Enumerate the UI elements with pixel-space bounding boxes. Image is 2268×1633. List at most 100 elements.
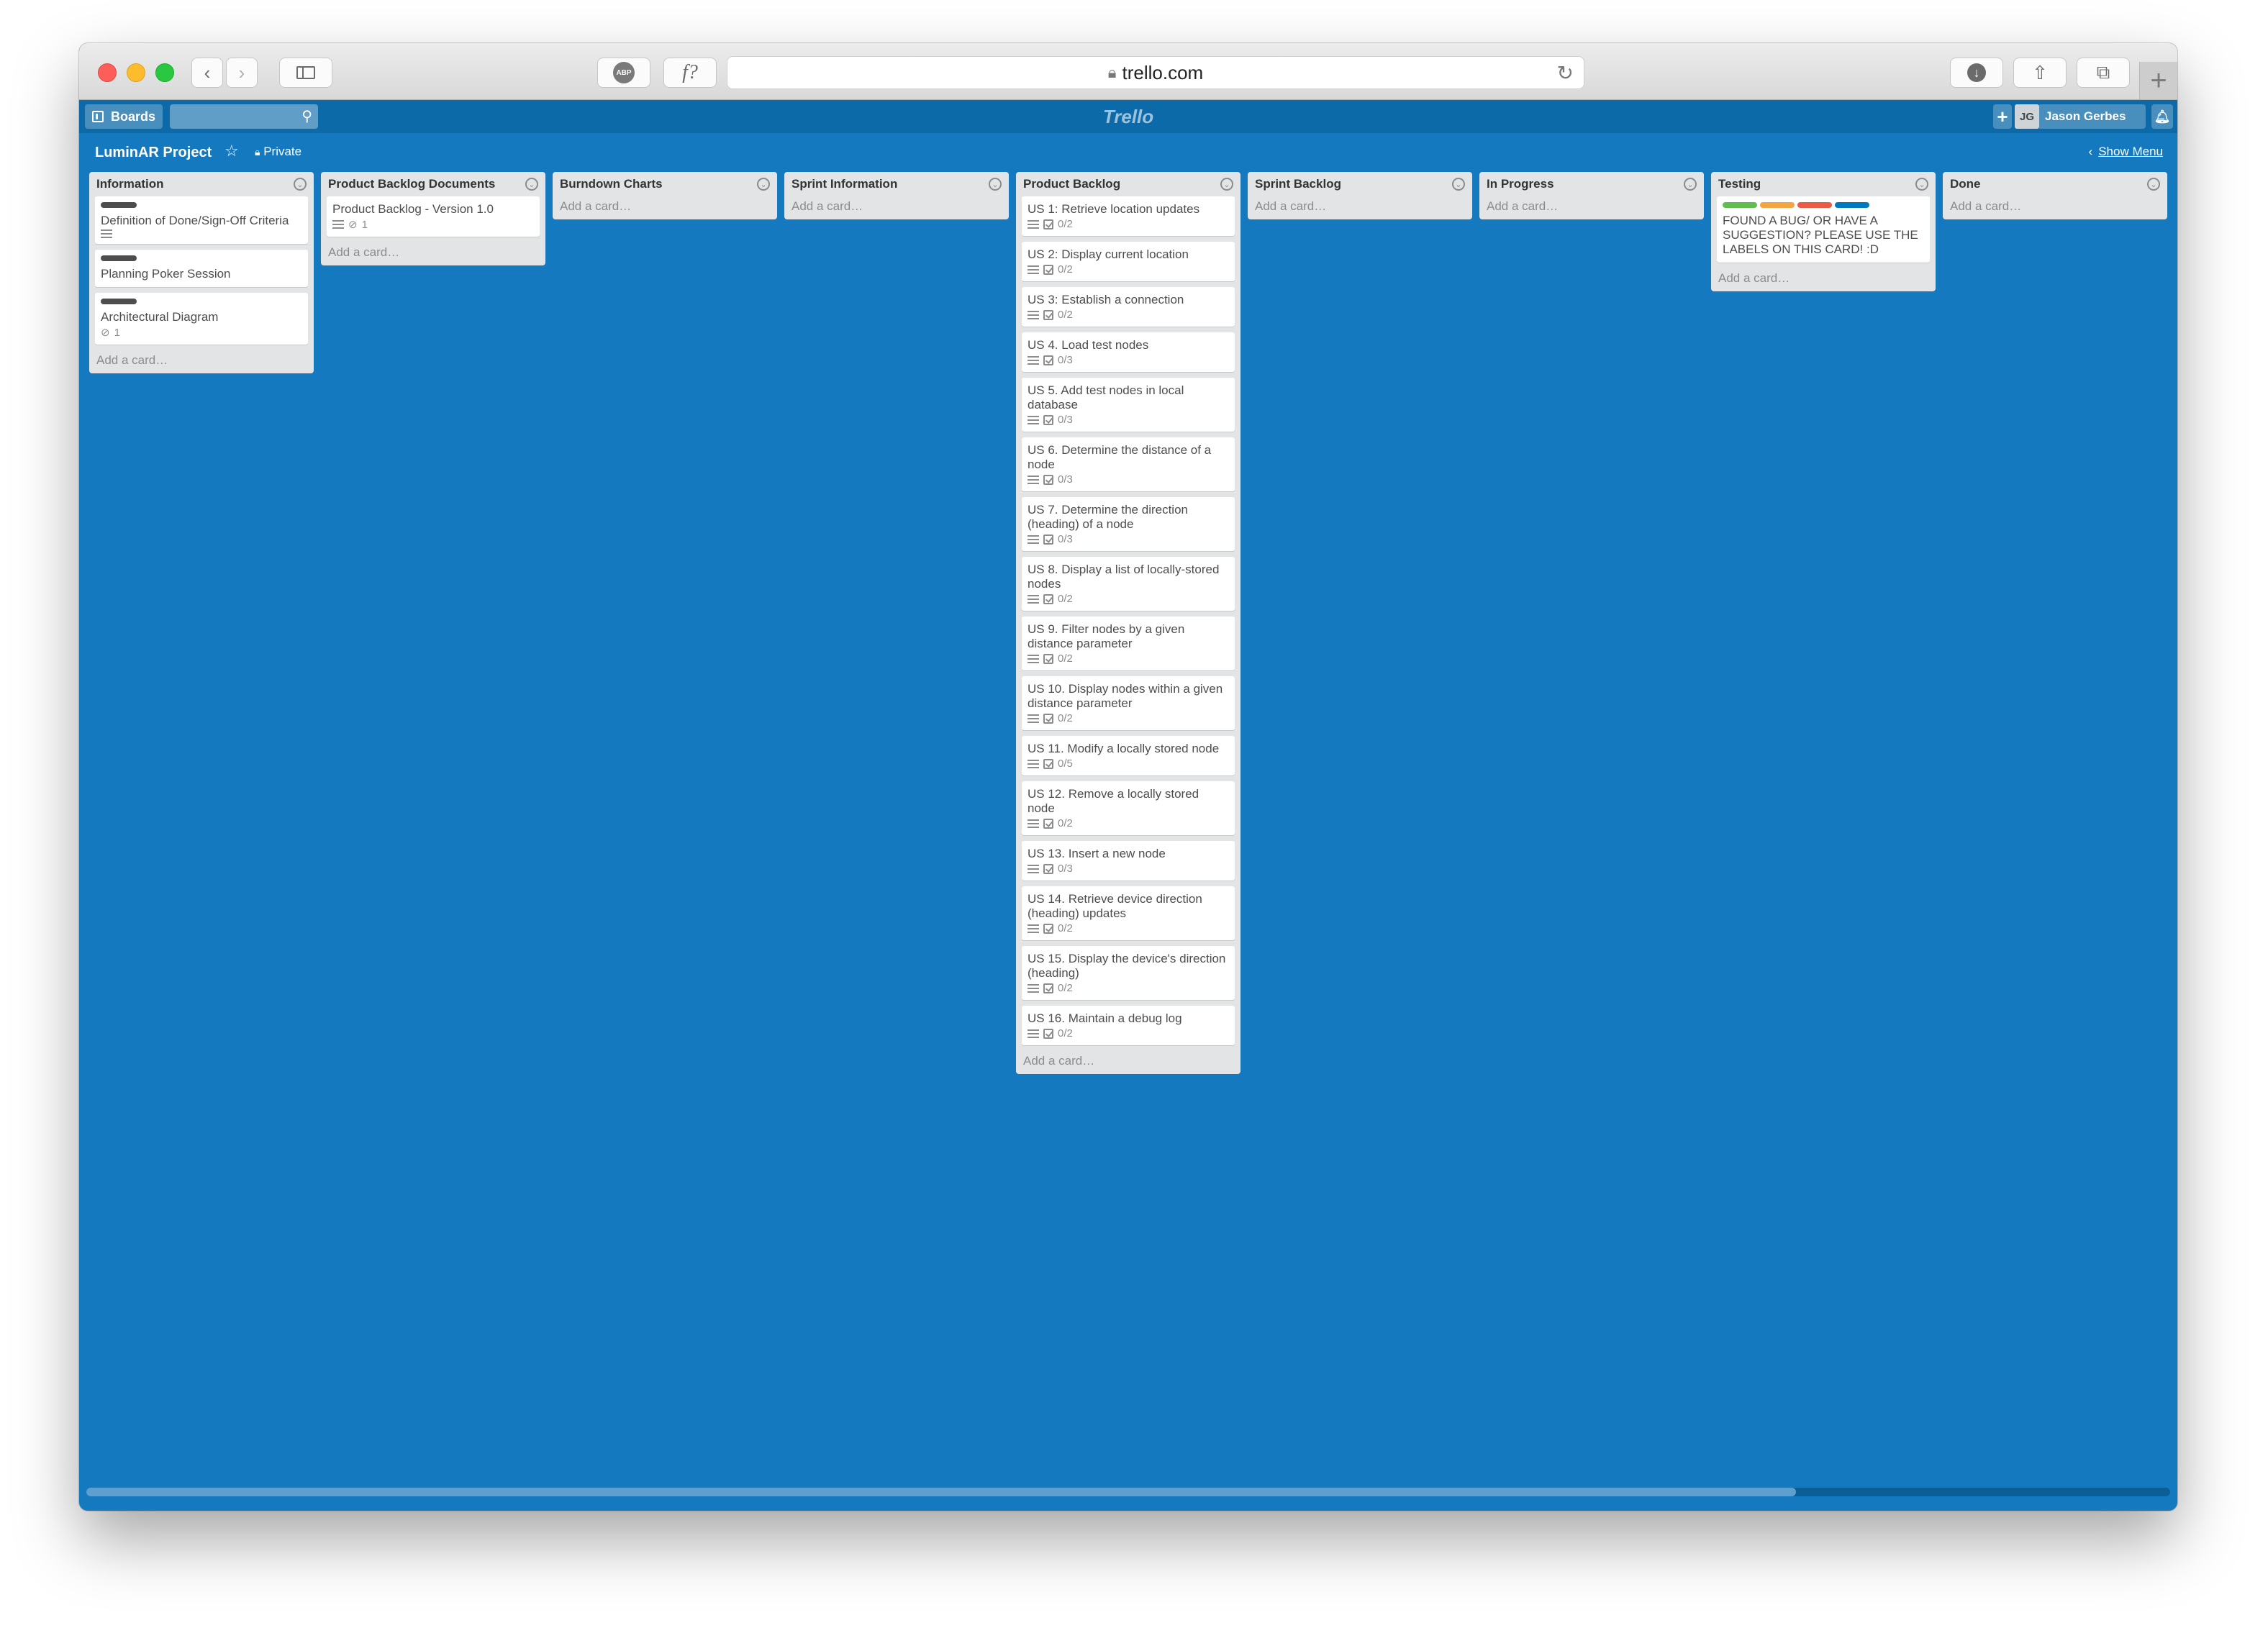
card[interactable]: FOUND A BUG/ OR HAVE A SUGGESTION? PLEAS… [1717, 196, 1930, 263]
card[interactable]: US 7. Determine the direction (heading) … [1022, 497, 1235, 551]
list-title[interactable]: Product Backlog [1023, 177, 1120, 191]
list-title[interactable]: Information [96, 177, 164, 191]
list-menu-icon[interactable]: ⌄ [2147, 178, 2160, 191]
back-button[interactable]: ‹ [191, 58, 223, 88]
list-menu-icon[interactable]: ⌄ [757, 178, 770, 191]
list-menu-icon[interactable]: ⌄ [1452, 178, 1465, 191]
trello-logo[interactable]: Trello [1094, 104, 1163, 129]
list[interactable]: Burndown Charts ⌄ Add a card… [553, 172, 777, 219]
add-card-button[interactable]: Add a card… [558, 196, 771, 214]
star-icon[interactable]: ☆ [224, 142, 239, 160]
list[interactable]: In Progress ⌄ Add a card… [1479, 172, 1704, 219]
sidebar-icon [296, 66, 315, 79]
card[interactable]: US 12. Remove a locally stored node 0/2 [1022, 781, 1235, 835]
list-title[interactable]: Testing [1718, 177, 1761, 191]
add-card-button[interactable]: Add a card… [1253, 196, 1466, 214]
list[interactable]: Information ⌄ Definition of Done/Sign-Off … [89, 172, 314, 373]
adblock-extension-button[interactable]: ABP [597, 58, 650, 88]
card-badges: 0/2 [1028, 817, 1229, 829]
list-title[interactable]: Burndown Charts [560, 177, 663, 191]
description-icon [1028, 535, 1039, 544]
list-title[interactable]: Sprint Backlog [1255, 177, 1341, 191]
checklist-count: 0/3 [1058, 533, 1073, 545]
show-menu-button[interactable]: ‹ Show Menu [2089, 145, 2163, 159]
card[interactable]: US 16. Maintain a debug log 0/2 [1022, 1006, 1235, 1045]
list[interactable]: Product Backlog ⌄ US 1: Retrieve location … [1016, 172, 1240, 1074]
list[interactable]: Sprint Information ⌄ Add a card… [784, 172, 1009, 219]
card-badges: ⊘ 1 [101, 326, 302, 340]
zoom-window-button[interactable] [155, 63, 174, 82]
add-card-button[interactable]: Add a card… [1717, 268, 1930, 286]
card[interactable]: US 3: Establish a connection 0/2 [1022, 287, 1235, 327]
card[interactable]: US 8. Display a list of locally-stored n… [1022, 557, 1235, 611]
close-window-button[interactable] [98, 63, 117, 82]
list-title[interactable]: Sprint Information [791, 177, 897, 191]
checklist-count: 0/3 [1058, 414, 1073, 426]
search-input[interactable]: ⚲ [170, 104, 318, 129]
horizontal-scrollbar[interactable] [86, 1488, 2170, 1496]
list[interactable]: Done ⌄ Add a card… [1943, 172, 2167, 219]
card[interactable]: Planning Poker Session [95, 250, 308, 287]
share-button[interactable]: ⇧ [2013, 58, 2067, 88]
tabs-overview-button[interactable]: ⧉ [2077, 58, 2130, 88]
checklist-icon [1043, 983, 1053, 993]
reload-icon[interactable]: ↻ [1557, 61, 1574, 85]
downloads-button[interactable]: ↓ [1950, 58, 2003, 88]
card[interactable]: Product Backlog - Version 1.0 ⊘ 1 [327, 196, 540, 237]
card[interactable]: US 13. Insert a new node 0/3 [1022, 841, 1235, 881]
avatar[interactable]: JG [2015, 104, 2039, 129]
list-menu-icon[interactable]: ⌄ [1684, 178, 1697, 191]
card[interactable]: Architectural Diagram ⊘ 1 [95, 293, 308, 345]
add-card-button[interactable]: Add a card… [790, 196, 1003, 214]
card[interactable]: US 6. Determine the distance of a node 0/… [1022, 437, 1235, 491]
card[interactable]: US 4. Load test nodes 0/3 [1022, 332, 1235, 372]
show-menu-label: Show Menu [2098, 145, 2163, 158]
card-label [1797, 202, 1832, 208]
forward-button[interactable]: › [226, 58, 258, 88]
sidebar-button[interactable] [279, 58, 332, 88]
scrollbar-thumb[interactable] [86, 1488, 1796, 1496]
card[interactable]: US 1: Retrieve location updates 0/2 [1022, 196, 1235, 236]
minimize-window-button[interactable] [127, 63, 145, 82]
add-card-button[interactable]: Add a card… [327, 242, 540, 260]
list-header: Sprint Information ⌄ [790, 172, 1003, 196]
card[interactable]: US 11. Modify a locally stored node 0/5 [1022, 736, 1235, 775]
add-button[interactable]: + [1993, 104, 2012, 129]
notifications-button[interactable]: 🔔︎ [2151, 104, 2173, 129]
visibility-button[interactable]: 🔒︎ Private [255, 145, 301, 159]
list-menu-icon[interactable]: ⌄ [1220, 178, 1233, 191]
list-menu-icon[interactable]: ⌄ [525, 178, 538, 191]
user-menu-button[interactable]: Jason Gerbes [2039, 104, 2146, 129]
add-card-button[interactable]: Add a card… [1022, 1051, 1235, 1068]
boards-button[interactable]: Boards [85, 104, 163, 129]
board-title[interactable]: LuminAR Project [95, 145, 212, 161]
address-bar[interactable]: 🔒︎ trello.com ↻ [727, 56, 1584, 89]
list[interactable]: Sprint Backlog ⌄ Add a card… [1248, 172, 1472, 219]
list-title[interactable]: In Progress [1487, 177, 1554, 191]
list-title[interactable]: Done [1950, 177, 1981, 191]
add-card-button[interactable]: Add a card… [95, 350, 308, 368]
add-card-button[interactable]: Add a card… [1949, 196, 2162, 214]
card[interactable]: US 2: Display current location 0/2 [1022, 242, 1235, 281]
card[interactable]: Definition of Done/Sign-Off Criteria [95, 196, 308, 244]
add-card-button[interactable]: Add a card… [1485, 196, 1698, 214]
list[interactable]: Testing ⌄ FOUND A BUG/ OR HAVE A SUGGESTIO… [1711, 172, 1936, 291]
list[interactable]: Product Backlog Documents ⌄ Product Backlo… [321, 172, 545, 265]
user-name: Jason Gerbes [2045, 109, 2126, 123]
card[interactable]: US 14. Retrieve device direction (headin… [1022, 886, 1235, 940]
list-title[interactable]: Product Backlog Documents [328, 177, 495, 191]
card-label [101, 202, 137, 208]
card[interactable]: US 9. Filter nodes by a given distance p… [1022, 617, 1235, 670]
new-tab-button[interactable]: + [2139, 62, 2177, 99]
formula-extension-button[interactable]: f? [663, 58, 717, 88]
list-menu-icon[interactable]: ⌄ [989, 178, 1002, 191]
card-badges: 0/3 [1028, 863, 1229, 875]
list-menu-icon[interactable]: ⌄ [1915, 178, 1928, 191]
card-label [1723, 202, 1757, 208]
list-menu-icon[interactable]: ⌄ [294, 178, 307, 191]
card-badges: 0/2 [1028, 652, 1229, 665]
card[interactable]: US 10. Display nodes within a given dist… [1022, 676, 1235, 730]
card[interactable]: US 5. Add test nodes in local database 0/… [1022, 378, 1235, 432]
card[interactable]: US 15. Display the device's direction (h… [1022, 946, 1235, 1000]
visibility-label: Private [263, 145, 302, 158]
